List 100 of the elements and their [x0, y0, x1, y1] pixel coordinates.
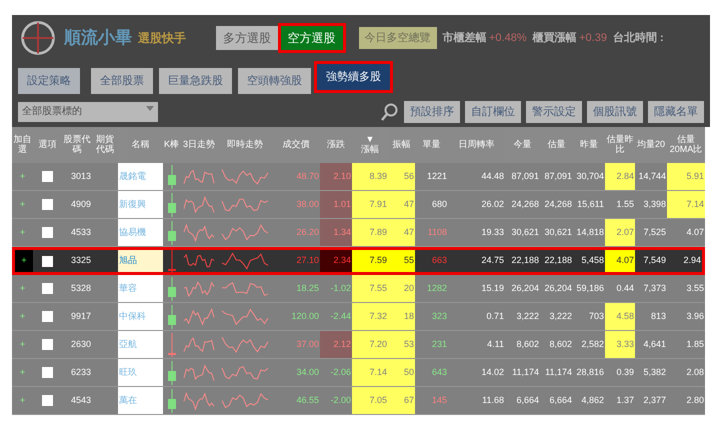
- row-checkbox[interactable]: [42, 367, 53, 378]
- volume-cell: 26,204: [505, 275, 540, 303]
- ratio-cell: 5.91: [667, 163, 705, 191]
- column-header[interactable]: 漲幅: [361, 145, 379, 155]
- percent-cell: 7.14: [352, 359, 388, 387]
- ratio-cell: 2.07: [605, 219, 635, 247]
- column-header[interactable]: 即時走勢: [218, 127, 272, 163]
- column-header[interactable]: 今量: [505, 127, 540, 163]
- turnover-cell: 4.11: [448, 331, 505, 359]
- column-header[interactable]: 3日走勢: [180, 127, 218, 163]
- ratio-cell: 1.55: [605, 191, 635, 219]
- strategy-tab[interactable]: 強勢續多股: [317, 64, 390, 90]
- column-header[interactable]: 日周轉率: [448, 127, 505, 163]
- column-header[interactable]: 單量: [415, 127, 448, 163]
- add-watchlist-button[interactable]: +: [12, 219, 33, 247]
- amplitude-cell: 50: [388, 359, 415, 387]
- price-cell: 38.00: [272, 191, 320, 219]
- column-header[interactable]: 振幅: [388, 127, 415, 163]
- change-cell: -2.06: [320, 359, 352, 387]
- caret-icon: [146, 104, 154, 112]
- volume-cell: 145: [415, 387, 448, 415]
- column-header[interactable]: 選項: [33, 127, 62, 163]
- toolbar-button[interactable]: 警示設定: [526, 100, 582, 124]
- percent-cell: 7.91: [352, 191, 388, 219]
- column-header[interactable]: 名稱: [118, 127, 163, 163]
- turnover-cell: 15.19: [448, 275, 505, 303]
- volume-cell: 26,204: [540, 275, 573, 303]
- row-checkbox[interactable]: [42, 256, 53, 266]
- filter-dropdown[interactable]: 全部股票標的: [18, 102, 158, 122]
- change-cell: -1.02: [320, 275, 352, 303]
- row-checkbox[interactable]: [42, 311, 53, 322]
- volume-cell: 14,818: [573, 219, 605, 247]
- ratio-cell: 3.33: [605, 331, 635, 359]
- volume-cell: 2,377: [635, 387, 667, 415]
- volume-cell: 7,373: [635, 275, 667, 303]
- column-header[interactable]: K棒: [163, 127, 180, 163]
- row-checkbox[interactable]: [42, 283, 53, 294]
- column-header[interactable]: 期貨代碼: [92, 127, 118, 163]
- row-checkbox[interactable]: [42, 339, 53, 350]
- strategy-button[interactable]: 設定策略: [18, 68, 80, 94]
- row-checkbox[interactable]: [42, 199, 53, 210]
- mode-tab[interactable]: 多方選股: [216, 26, 278, 50]
- ratio-cell: 1.85: [667, 331, 705, 359]
- volume-cell: 3,398: [635, 191, 667, 219]
- add-watchlist-button[interactable]: +: [12, 163, 33, 191]
- row-checkbox[interactable]: [42, 395, 53, 406]
- volume-cell: 2,582: [573, 331, 605, 359]
- column-header[interactable]: 估量: [540, 127, 573, 163]
- column-header[interactable]: 昨量: [573, 127, 605, 163]
- amplitude-cell: 18: [388, 303, 415, 331]
- change-cell: 1.01: [320, 191, 352, 219]
- column-header[interactable]: 漲跌: [320, 127, 352, 163]
- strategy-tab[interactable]: 空頭轉強股: [238, 68, 311, 94]
- column-header[interactable]: 成交價: [272, 127, 320, 163]
- column-header[interactable]: 加自選: [12, 127, 33, 163]
- add-watchlist-button[interactable]: +: [12, 191, 33, 219]
- app-title: 順流小畢: [64, 27, 132, 50]
- amplitude-cell: 56: [388, 163, 415, 191]
- toolbar-button[interactable]: 個股訊號: [587, 100, 643, 124]
- add-watchlist-button[interactable]: +: [12, 331, 33, 359]
- add-watchlist-button[interactable]: +: [12, 275, 33, 303]
- ratio-cell: 2.84: [605, 163, 635, 191]
- add-watchlist-button[interactable]: +: [12, 359, 33, 387]
- column-header[interactable]: 估量20MA比: [667, 127, 705, 163]
- turnover-cell: 0.71: [448, 303, 505, 331]
- volume-cell: 30,704: [573, 163, 605, 191]
- stock-code: 2630: [62, 331, 92, 359]
- volume-cell: 22,188: [540, 247, 573, 275]
- sort-indicator: ▼: [366, 135, 374, 144]
- volume-cell: 28,816: [573, 359, 605, 387]
- overview-button[interactable]: 今日多空總覽: [358, 26, 436, 50]
- toolbar-button[interactable]: 自訂欄位: [465, 100, 521, 124]
- column-header[interactable]: 股票代碼: [62, 127, 92, 163]
- strategy-tab[interactable]: 巨量急跌股: [159, 68, 232, 94]
- row-checkbox[interactable]: [42, 227, 53, 238]
- add-watchlist-button[interactable]: +: [12, 387, 33, 415]
- toolbar-button[interactable]: 隱藏名單: [648, 100, 704, 124]
- ratio-cell: 2.94: [667, 247, 705, 275]
- percent-cell: 7.89: [352, 219, 388, 247]
- volume-cell: 663: [415, 247, 448, 275]
- stock-code: 6233: [62, 359, 92, 387]
- strategy-tab[interactable]: 全部股票: [91, 68, 153, 94]
- toolbar-button[interactable]: 預設排序: [404, 100, 460, 124]
- percent-cell: 7.32: [352, 303, 388, 331]
- amplitude-cell: 20: [388, 275, 415, 303]
- ratio-cell: 0.44: [605, 275, 635, 303]
- mode-tab[interactable]: 空方選股: [280, 26, 342, 50]
- index-value: +0.48%: [489, 30, 527, 46]
- amplitude-cell: 67: [388, 387, 415, 415]
- add-watchlist-button[interactable]: +: [12, 247, 33, 275]
- column-header[interactable]: 均量20: [635, 127, 667, 163]
- volume-cell: 8,602: [505, 331, 540, 359]
- add-watchlist-button[interactable]: +: [12, 303, 33, 331]
- column-header[interactable]: 估量昨比: [605, 127, 635, 163]
- price-cell: 37.00: [272, 331, 320, 359]
- volume-cell: 6,664: [505, 387, 540, 415]
- volume-cell: 643: [415, 359, 448, 387]
- search-icon[interactable]: [381, 103, 399, 121]
- volume-cell: 703: [573, 303, 605, 331]
- row-checkbox[interactable]: [42, 171, 53, 182]
